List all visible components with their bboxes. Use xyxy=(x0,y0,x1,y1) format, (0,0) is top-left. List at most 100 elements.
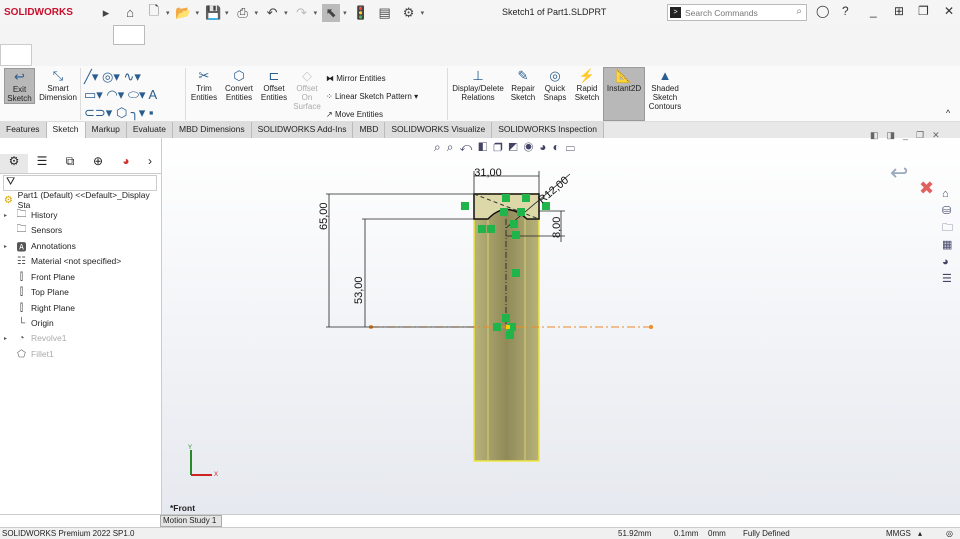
units-dropdown-icon[interactable]: ▴ xyxy=(918,529,922,538)
select-icon[interactable]: ⬉ xyxy=(322,3,341,22)
smart-dimension-button[interactable]: ⤡ Smart Dimension xyxy=(37,68,79,102)
display-delete-relations-button[interactable]: ⊥ Display/Delete Relations xyxy=(450,68,506,102)
tree-item-right-plane[interactable]: ⫿ Right Plane xyxy=(4,301,75,315)
tree-item-sensors[interactable]: 🗀 Sensors xyxy=(4,223,63,237)
origin-point[interactable] xyxy=(506,325,510,329)
linear-pattern-icon: ⁘ xyxy=(326,92,333,101)
quick-tips-icon[interactable]: ◎ xyxy=(946,529,953,538)
shaded-sketch-contours-button[interactable]: ▲ Shaded Sketch Contours xyxy=(646,68,684,111)
home-icon[interactable]: ⌂ xyxy=(121,4,139,22)
tab-mbd[interactable]: MBD xyxy=(353,122,386,138)
slot-icon[interactable]: ⊂⊃ xyxy=(84,105,106,120)
triad-icon: YX xyxy=(188,445,218,478)
print-icon[interactable]: ⎙ xyxy=(234,4,252,22)
tree-item-history[interactable]: ▸ 🗀 History xyxy=(4,208,57,222)
tab-features[interactable]: Features xyxy=(0,122,47,138)
dim-width-31[interactable]: 31,00 xyxy=(474,167,502,179)
tab-mbd-dimensions[interactable]: MBD Dimensions xyxy=(172,122,252,138)
filter-icon: ⛛ xyxy=(6,176,16,188)
collapse-ribbon-icon[interactable]: ^ xyxy=(946,108,950,118)
expand-arrow-icon[interactable]: ▸ xyxy=(4,335,12,342)
command-tabs: Features Sketch Markup Evaluate MBD Dime… xyxy=(0,122,960,138)
title-bar: SOLIDWORKS ▸ ⌂ 🗋 ▾ 📂 ▾ 💾 ▾ ⎙ ▾ ↶ ▾ ↷ ▾ ⬉ ▾ 🚦 ▤ … xyxy=(0,0,960,25)
rectangle-icon[interactable]: ▭ xyxy=(84,87,96,102)
linear-pattern-button[interactable]: ⁘ Linear Sketch Pattern ▾ xyxy=(326,88,446,106)
exit-sketch-button[interactable]: ↩ Exit Sketch xyxy=(4,68,35,104)
tree-item-material[interactable]: ☷ Material <not specified> xyxy=(4,254,121,268)
minimize-button[interactable]: _ xyxy=(870,4,877,18)
tree-item-revolve1[interactable]: ▸ ◔ Revolve1 xyxy=(4,331,66,345)
open-icon[interactable]: 📂 xyxy=(175,4,193,22)
expand-menu-icon[interactable]: ▸ xyxy=(97,4,115,22)
tree-item-front-plane[interactable]: ⫿ Front Plane xyxy=(4,270,75,284)
dim-total-65[interactable]: 65,00 xyxy=(318,202,330,230)
convert-entities-button[interactable]: ⬡ Convert Entities xyxy=(222,68,256,102)
tab-inspection[interactable]: SOLIDWORKS Inspection xyxy=(492,122,604,138)
document-title: Sketch1 of Part1.SLDPRT xyxy=(502,7,607,17)
dimxpert-tab-icon[interactable]: ⊕ xyxy=(84,154,112,173)
circle-icon[interactable]: ◎ xyxy=(102,69,113,84)
search-icon[interactable]: ⌕ xyxy=(796,6,802,17)
arc-icon[interactable]: ◠ xyxy=(106,87,117,102)
close-button[interactable]: ✕ xyxy=(944,4,954,18)
mirror-entities-button[interactable]: ⧓ Mirror Entities xyxy=(326,70,446,88)
offset-on-surface-button[interactable]: ◇ Offset On Surface xyxy=(292,68,322,111)
restore-button[interactable]: ❐ xyxy=(918,4,929,18)
graphics-area[interactable]: ⌕⌕↶◧❒◩◉◕◐▭ ◧◨_❐✕ ↩ ✖ ⌂ ⛁ 🗀 ▦ ◕ ☰ 31,00 R1 xyxy=(162,130,960,514)
tree-item-fillet1[interactable]: ⬠ Fillet1 xyxy=(4,347,54,361)
appearance-tab-icon[interactable]: ◕ xyxy=(112,154,140,173)
tree-root[interactable]: ⚙ Part1 (Default) <<Default>_Display Sta xyxy=(2,190,161,210)
units-selector[interactable]: MMGS xyxy=(886,529,911,538)
sketch-canvas: 31,00 R12,00 8,00 65,00 53,00 YX xyxy=(188,167,653,478)
dim-depth-8[interactable]: 8,00 xyxy=(551,217,563,238)
point-icon[interactable]: ▪ xyxy=(149,105,154,120)
tab-sketch[interactable]: Sketch xyxy=(46,122,86,138)
dim-radius-12[interactable]: R12,00 xyxy=(536,174,571,206)
tab-visualize[interactable]: SOLIDWORKS Visualize xyxy=(385,122,493,138)
feature-tree-tab-icon[interactable]: ⚙ xyxy=(0,154,28,173)
ellipse-icon[interactable]: ⬭ xyxy=(128,87,139,102)
polygon-icon[interactable]: ⬡ xyxy=(116,105,127,120)
quick-snaps-button[interactable]: ◎ Quick Snaps xyxy=(541,68,569,102)
instant2d-button[interactable]: 📐 Instant2D xyxy=(603,67,645,121)
repair-sketch-button[interactable]: ✎ Repair Sketch xyxy=(508,68,538,102)
fillet-icon[interactable]: ╮ xyxy=(131,105,139,120)
redo-icon[interactable]: ↷ xyxy=(293,4,311,22)
dim-height-53[interactable]: 53,00 xyxy=(353,276,365,304)
property-manager-tab-icon[interactable]: ☰ xyxy=(28,154,56,173)
tab-markup[interactable]: Markup xyxy=(85,122,127,138)
tree-item-origin[interactable]: └ Origin xyxy=(4,316,54,330)
offset-entities-button[interactable]: ⊏ Offset Entities xyxy=(257,68,291,102)
spline-icon[interactable]: ∿ xyxy=(123,69,134,84)
tab-evaluate[interactable]: Evaluate xyxy=(126,122,173,138)
tab-motion-study-1[interactable]: Motion Study 1 xyxy=(160,515,222,527)
user-icon[interactable]: ◯ xyxy=(816,4,829,18)
tile-icon[interactable]: ⊞ xyxy=(894,4,904,18)
filter-input[interactable]: ⛛ xyxy=(3,175,157,191)
configuration-tab-icon[interactable]: ⧉ xyxy=(56,154,84,173)
expand-arrow-icon[interactable]: ▸ xyxy=(4,212,12,219)
solidworks-logo: SOLIDWORKS xyxy=(4,7,73,18)
trim-entities-button[interactable]: ✂ Trim Entities xyxy=(187,68,221,102)
plane-icon: ⫿ xyxy=(19,302,24,314)
rapid-sketch-button[interactable]: ⚡ Rapid Sketch xyxy=(572,68,602,102)
flyout-toolbar[interactable] xyxy=(113,25,145,45)
line-icon[interactable]: ╱ xyxy=(84,69,92,84)
save-icon[interactable]: 💾 xyxy=(204,4,222,22)
help-icon[interactable]: ? xyxy=(842,4,849,18)
search-commands-input[interactable]: > Search Commands ⌕ xyxy=(667,4,807,21)
relations-icon: ⊥ xyxy=(472,68,484,83)
text-icon[interactable]: A xyxy=(148,87,157,102)
rebuild-icon[interactable]: 🚦 xyxy=(352,4,370,22)
new-document-icon[interactable]: 🗋 xyxy=(145,3,163,22)
tree-item-annotations[interactable]: ▸ 🅰 Annotations xyxy=(4,239,76,254)
tree-item-top-plane[interactable]: ⫿ Top Plane xyxy=(4,285,69,299)
file-properties-icon[interactable]: ▤ xyxy=(376,4,394,22)
command-manager-handle[interactable] xyxy=(0,44,32,66)
options-gear-icon[interactable]: ⚙ xyxy=(400,4,418,22)
undo-icon[interactable]: ↶ xyxy=(263,4,281,22)
plane-icon: ⫿ xyxy=(19,271,24,283)
more-tabs-icon[interactable]: › xyxy=(140,154,160,173)
tab-addins[interactable]: SOLIDWORKS Add-Ins xyxy=(251,122,354,138)
expand-arrow-icon[interactable]: ▸ xyxy=(4,243,12,250)
